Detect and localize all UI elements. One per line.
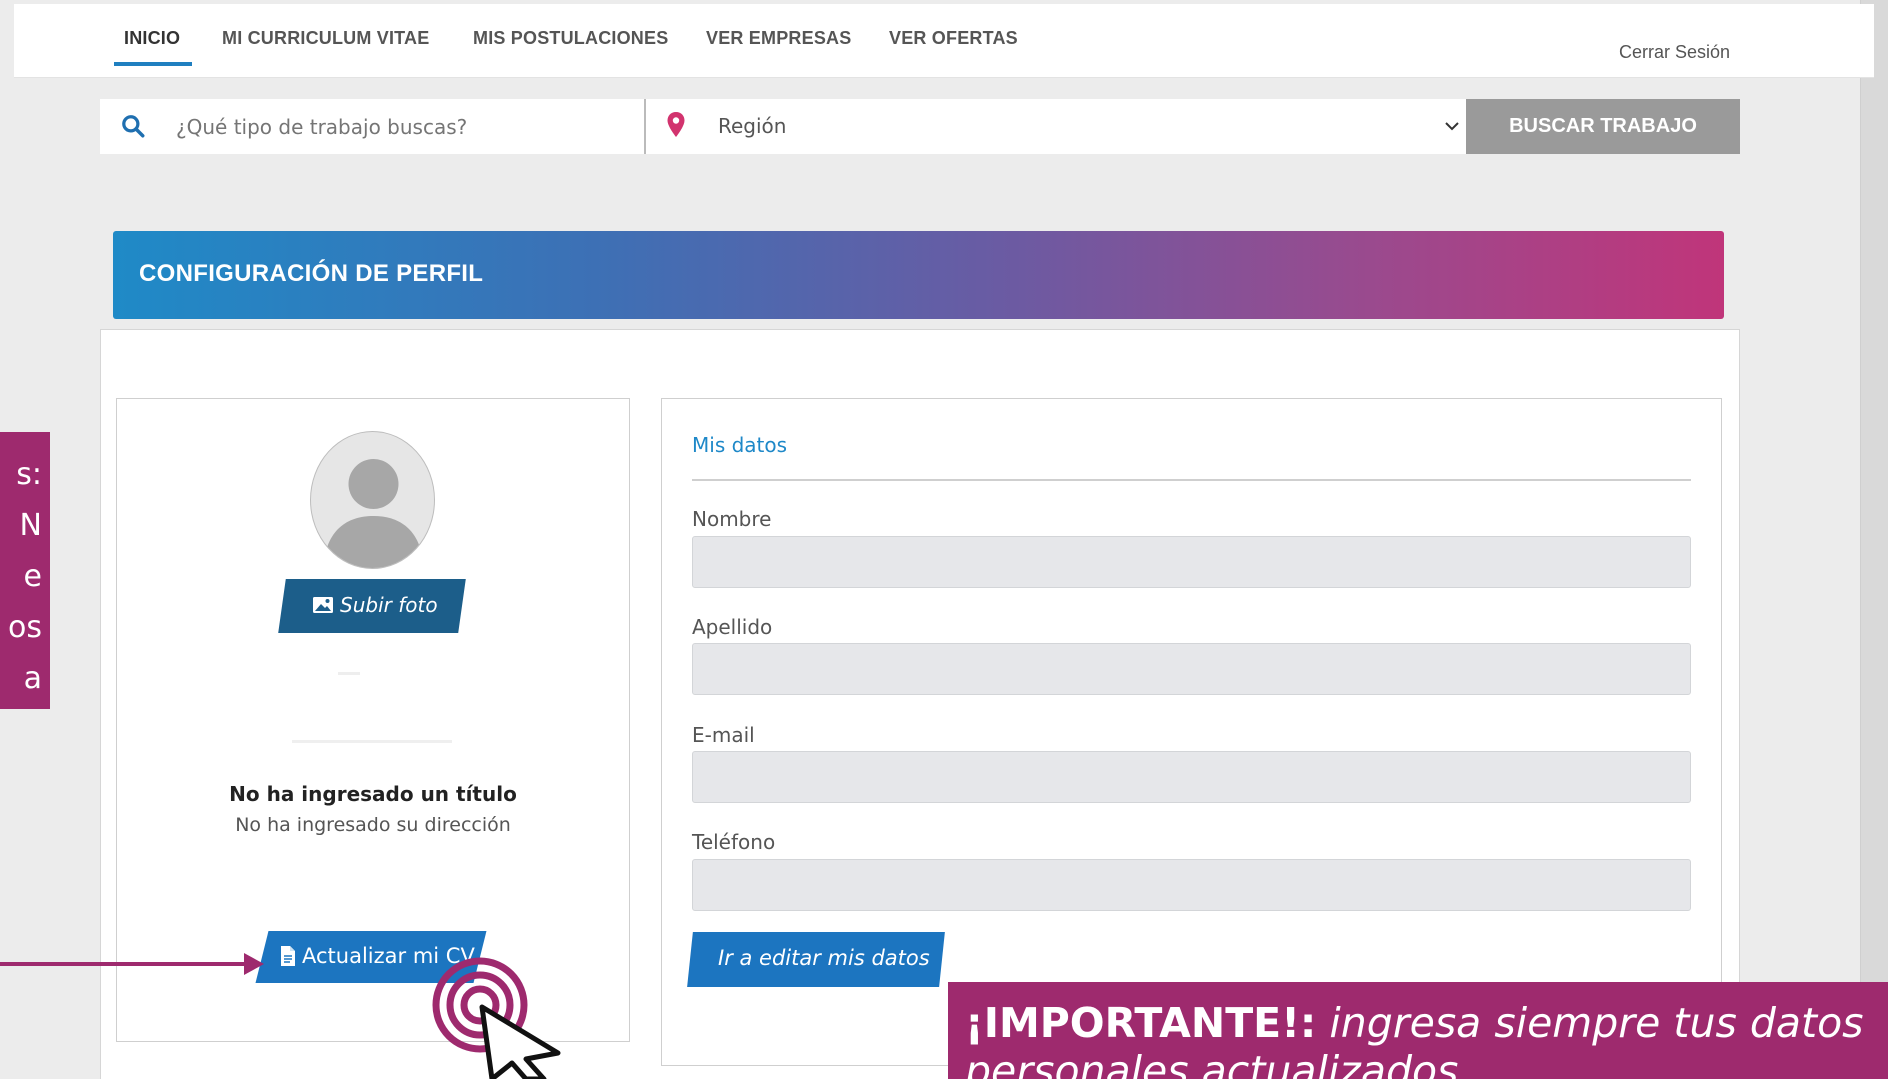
side-note-line: N [19, 508, 42, 543]
job-type-search-input[interactable] [176, 99, 736, 154]
tutorial-arrow-line [0, 962, 248, 966]
section-divider [692, 479, 1691, 481]
important-notice-label: ¡IMPORTANTE!: [965, 999, 1317, 1047]
placeholder-line [338, 672, 360, 675]
upload-photo-button-content[interactable]: Subir foto [312, 593, 438, 617]
phone-field-label: Teléfono [692, 830, 776, 854]
document-icon [281, 946, 295, 966]
email-field-label: E-mail [692, 723, 755, 747]
search-icon [122, 115, 145, 138]
profile-address-text: No ha ingresado su dirección [235, 814, 511, 836]
name-field-label: Nombre [692, 507, 772, 531]
name-field[interactable] [692, 536, 1691, 588]
lastname-field[interactable] [692, 643, 1691, 695]
job-search-bar: Región BUSCAR TRABAJO [100, 99, 1740, 154]
side-note-line: e [23, 559, 42, 594]
personal-data-title: Mis datos [692, 433, 788, 457]
important-notice-text: ingresa siempre tus datos [1316, 999, 1864, 1047]
edit-my-data-label[interactable]: Ir a editar mis datos [718, 946, 930, 970]
profile-title-text: No ha ingresado un título [229, 782, 517, 806]
active-tab-indicator [114, 62, 192, 66]
tab-ver-empresas[interactable]: VER EMPRESAS [706, 28, 851, 49]
avatar [310, 431, 435, 569]
tab-mi-curriculum-vitae[interactable]: MI CURRICULUM VITAE [222, 28, 429, 49]
email-field[interactable] [692, 751, 1691, 803]
cursor-click-icon [432, 957, 561, 1079]
search-job-button[interactable]: BUSCAR TRABAJO [1466, 99, 1740, 154]
region-select-value: Región [718, 114, 787, 138]
lastname-field-label: Apellido [692, 615, 773, 639]
search-divider [644, 99, 646, 154]
logout-link[interactable]: Cerrar Sesión [1619, 42, 1730, 63]
top-navigation: INICIO MI CURRICULUM VITAE MIS POSTULACI… [14, 4, 1874, 78]
chevron-down-icon [1445, 122, 1459, 131]
tutorial-arrow-icon [244, 953, 264, 975]
map-pin-icon [667, 112, 685, 137]
tab-inicio[interactable]: INICIO [124, 28, 180, 49]
user-placeholder-icon [323, 459, 424, 568]
important-notice-text-line2: personales actualizados [965, 1047, 1459, 1079]
image-icon [313, 597, 333, 613]
upload-photo-label: Subir foto [340, 593, 438, 617]
tutorial-side-note: s: N e os a [0, 432, 50, 709]
tab-mis-postulaciones[interactable]: MIS POSTULACIONES [473, 28, 668, 49]
tab-ver-ofertas[interactable]: VER OFERTAS [889, 28, 1018, 49]
side-note-line: s: [16, 457, 42, 492]
region-select[interactable]: Región [718, 99, 1518, 154]
side-note-line: a [23, 661, 42, 696]
page-scrollbar-area[interactable] [1860, 0, 1888, 1079]
side-note-line: os [8, 610, 42, 645]
important-notice-banner: ¡IMPORTANTE!: ingresa siempre tus datos … [948, 982, 1888, 1079]
profile-settings-banner: CONFIGURACIÓN DE PERFIL [113, 231, 1724, 319]
page-title: CONFIGURACIÓN DE PERFIL [139, 260, 484, 287]
phone-field[interactable] [692, 859, 1691, 911]
placeholder-line [292, 740, 452, 743]
